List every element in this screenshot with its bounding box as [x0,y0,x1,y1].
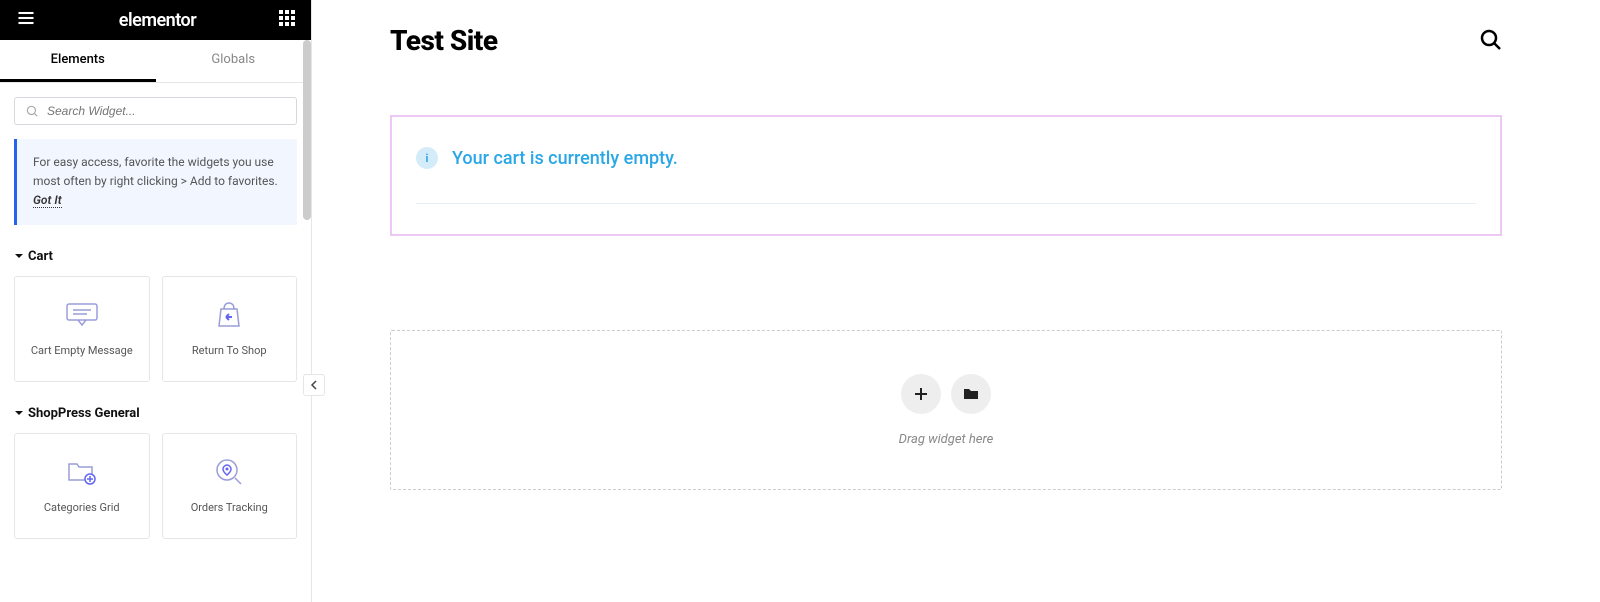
widget-categories-grid[interactable]: Categories Grid [14,433,150,539]
logo: elementor [119,10,196,31]
sidebar: elementor Elements Globals For easy acce… [0,0,312,602]
plus-icon [913,386,929,402]
sidebar-scrollbar[interactable] [303,40,311,220]
drop-hint: Drag widget here [899,432,994,447]
search-icon [1478,27,1502,51]
info-icon: i [416,147,438,169]
search-pin-icon [214,457,244,487]
chat-icon [65,300,99,330]
cart-section[interactable]: i Your cart is currently empty. [390,115,1502,236]
widget-return-to-shop[interactable]: Return To Shop [162,276,298,382]
chevron-left-icon [310,380,318,390]
tip-dismiss-link[interactable]: Got It [33,193,62,208]
canvas: Test Site i Your cart is currently empty… [312,0,1600,602]
category-cart: Cart Cart Empty Message Return To Shop [0,243,311,400]
site-title: Test Site [390,24,498,57]
search-input[interactable] [47,104,286,118]
search-icon [25,104,39,118]
caret-down-icon [14,408,24,418]
category-title: Cart [28,249,53,264]
drop-actions [901,374,991,414]
widget-label: Orders Tracking [191,501,268,514]
tab-elements[interactable]: Elements [0,40,156,82]
widget-orders-tracking[interactable]: Orders Tracking [162,433,298,539]
add-template-button[interactable] [951,374,991,414]
canvas-header: Test Site [390,24,1502,57]
sidebar-header: elementor [0,0,311,40]
widget-label: Cart Empty Message [31,344,133,357]
add-section-button[interactable] [901,374,941,414]
bag-back-icon [215,300,243,330]
widget-grid: Cart Empty Message Return To Shop [14,276,297,382]
menu-icon[interactable] [16,8,36,32]
notice-text: Your cart is currently empty. [452,148,678,169]
folder-icon [963,387,979,401]
panel-tabs: Elements Globals [0,40,311,83]
tip-text: For easy access, favorite the widgets yo… [33,155,278,188]
category-header-cart[interactable]: Cart [14,243,297,276]
caret-down-icon [14,251,24,261]
tab-globals[interactable]: Globals [156,40,312,82]
drop-zone[interactable]: Drag widget here [390,330,1502,490]
category-header-shoppress[interactable]: ShopPress General [14,400,297,433]
site-search-button[interactable] [1478,27,1502,55]
apps-icon[interactable] [279,10,295,30]
widget-grid: Categories Grid Orders Tracking [14,433,297,539]
search-wrap [0,83,311,139]
cart-empty-notice: i Your cart is currently empty. [416,147,1476,204]
folder-grid-icon [66,457,98,487]
tip-box: For easy access, favorite the widgets yo… [14,139,297,225]
widget-label: Return To Shop [192,344,267,357]
widget-label: Categories Grid [44,501,120,514]
category-shoppress-general: ShopPress General Categories Grid Orders… [0,400,311,557]
collapse-sidebar-button[interactable] [303,374,325,396]
search-box[interactable] [14,97,297,125]
widget-cart-empty-message[interactable]: Cart Empty Message [14,276,150,382]
category-title: ShopPress General [28,406,140,421]
